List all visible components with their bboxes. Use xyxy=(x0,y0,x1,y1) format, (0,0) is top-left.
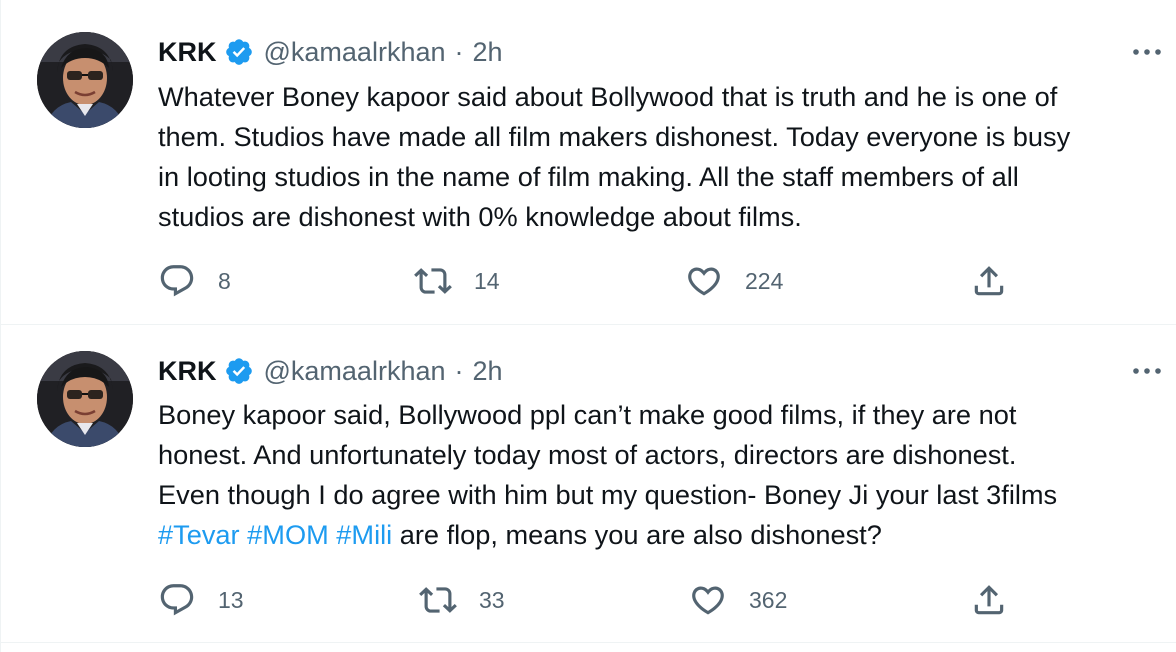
timeline-feed: KRK @kamaalrkhan · 2h Whatever Boney kap… xyxy=(0,0,1176,652)
reply-button[interactable]: 8 xyxy=(158,261,231,301)
timestamp[interactable]: 2h xyxy=(473,37,503,68)
verified-badge-icon xyxy=(224,356,254,386)
share-icon xyxy=(974,585,1004,615)
avatar[interactable] xyxy=(37,32,133,128)
author-handle[interactable]: @kamaalrkhan xyxy=(264,37,446,68)
like-icon xyxy=(688,267,720,296)
more-icon[interactable] xyxy=(1127,42,1167,62)
author-handle[interactable]: @kamaalrkhan xyxy=(264,356,446,387)
tweet-text-line: honest. And unfortunately today most of … xyxy=(158,439,1017,470)
share-icon xyxy=(974,266,1004,296)
like-count: 224 xyxy=(745,267,784,294)
timestamp[interactable]: 2h xyxy=(473,356,503,387)
like-button[interactable]: 224 xyxy=(685,261,783,301)
tweet-text-tail: are flop, means you are also dishonest? xyxy=(392,519,882,550)
tweet-text-line: them. Studios have made all film makers … xyxy=(158,121,1071,152)
tweet-text-line: Whatever Boney kapoor said about Bollywo… xyxy=(158,81,1058,112)
tweet[interactable]: KRK @kamaalrkhan · 2h Boney kapoor said,… xyxy=(1,325,1176,643)
like-icon xyxy=(692,586,724,615)
hashtag-link[interactable]: #Mili xyxy=(336,519,392,550)
reply-icon xyxy=(160,584,194,616)
tweet-text-line: studios are dishonest with 0% knowledge … xyxy=(158,201,802,232)
tweet-header: KRK @kamaalrkhan · 2h xyxy=(158,35,503,69)
retweet-count: 33 xyxy=(479,586,505,613)
share-button[interactable] xyxy=(970,261,1008,301)
tweet-actions: 8 14 224 xyxy=(158,261,1038,301)
share-button[interactable] xyxy=(970,580,1008,620)
author-name[interactable]: KRK xyxy=(158,356,217,387)
separator-dot: · xyxy=(454,355,464,386)
reply-icon xyxy=(160,265,194,297)
author-name[interactable]: KRK xyxy=(158,37,217,68)
like-button[interactable]: 362 xyxy=(689,580,787,620)
retweet-button[interactable]: 33 xyxy=(419,580,505,620)
tweet-header: KRK @kamaalrkhan · 2h xyxy=(158,354,503,388)
retweet-icon xyxy=(414,268,452,294)
tweet-text-line: Boney kapoor said, Bollywood ppl can’t m… xyxy=(158,399,1017,430)
tweet-text: Boney kapoor said, Bollywood ppl can’t m… xyxy=(158,395,1170,555)
more-icon[interactable] xyxy=(1127,361,1167,381)
tweet-text: Whatever Boney kapoor said about Bollywo… xyxy=(158,77,1170,237)
like-count: 362 xyxy=(749,586,788,613)
tweet[interactable]: KRK @kamaalrkhan · 2h Whatever Boney kap… xyxy=(1,0,1176,325)
reply-count: 8 xyxy=(218,267,231,294)
avatar[interactable] xyxy=(37,351,133,447)
reply-button[interactable]: 13 xyxy=(158,580,244,620)
tweet-text-line: Even though I do agree with him but my q… xyxy=(158,479,1058,510)
retweet-icon xyxy=(419,587,457,613)
retweet-count: 14 xyxy=(474,267,500,294)
tweet-text-line-with-hashtags: #Tevar #MOM #Mili are flop, means you ar… xyxy=(158,515,1170,555)
tweet-actions: 13 33 362 xyxy=(158,580,1038,620)
hashtag-link[interactable]: #Tevar xyxy=(158,519,240,550)
hashtag-link[interactable]: #MOM xyxy=(247,519,329,550)
retweet-button[interactable]: 14 xyxy=(414,261,500,301)
tweet-text-line: in looting studios in the name of film m… xyxy=(158,161,1019,192)
separator-dot: · xyxy=(454,36,464,67)
verified-badge-icon xyxy=(224,37,254,67)
reply-count: 13 xyxy=(218,586,244,613)
